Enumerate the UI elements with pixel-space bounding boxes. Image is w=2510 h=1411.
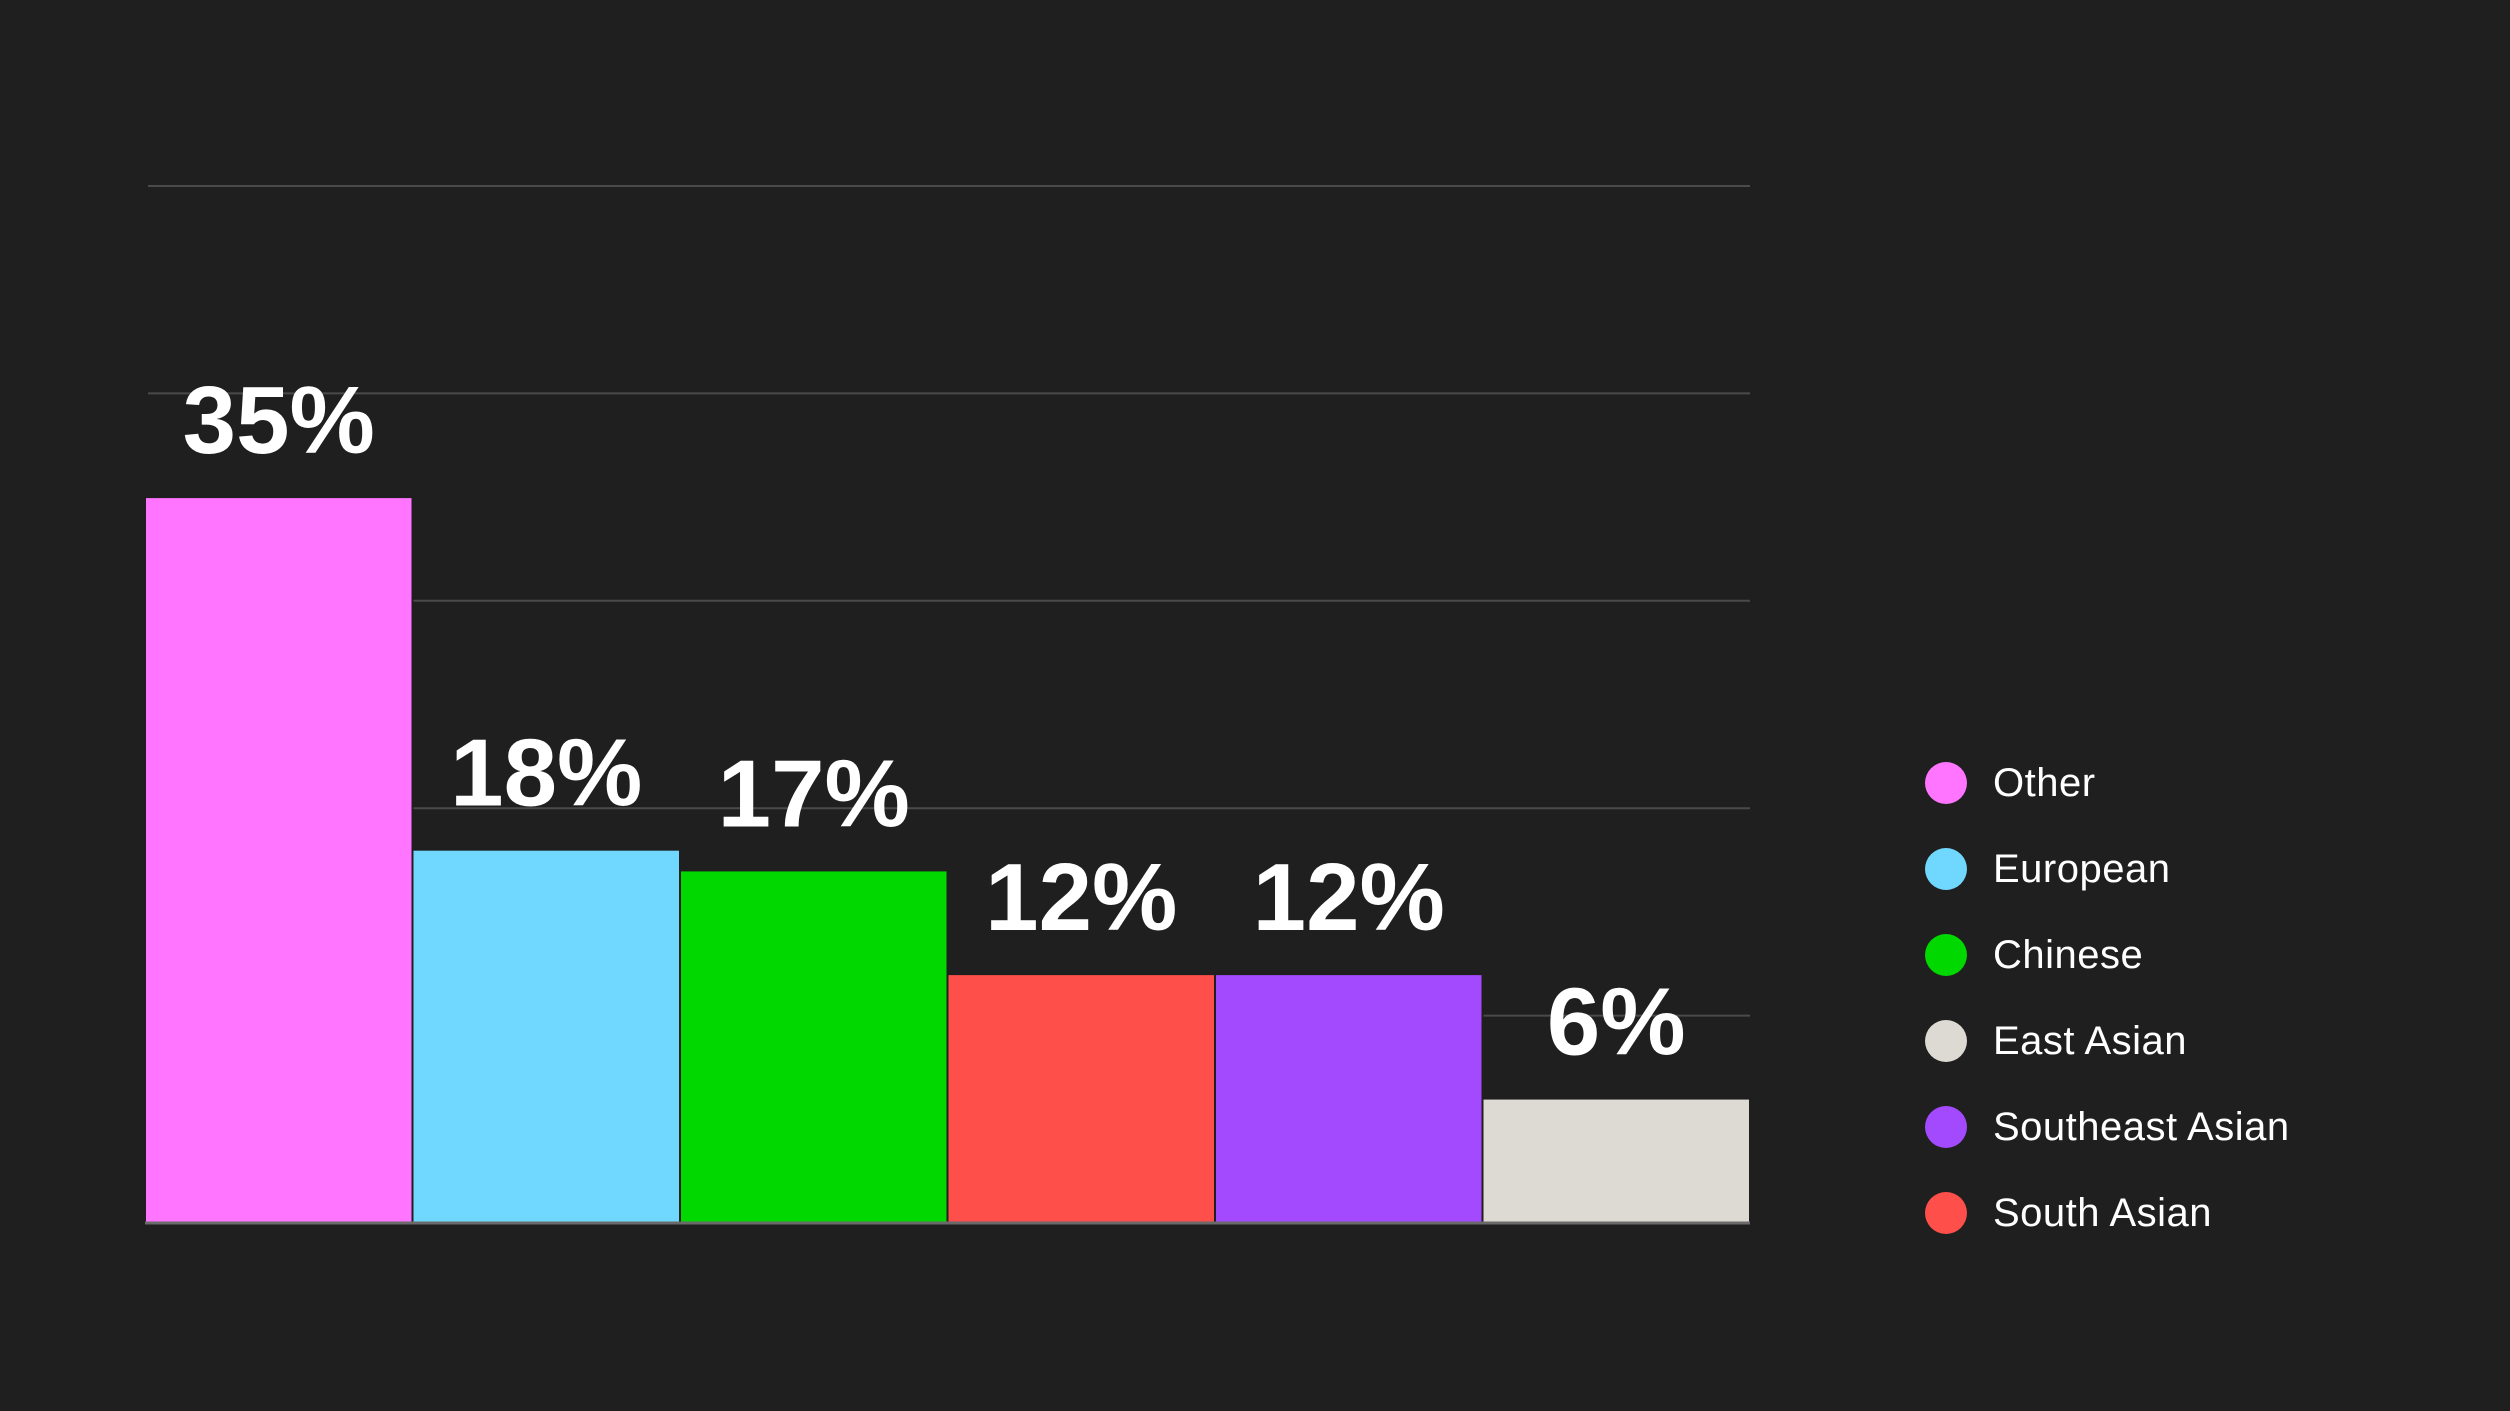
legend-item-european: European — [1925, 826, 2290, 912]
data-label-south-asian: 12% — [985, 844, 1177, 951]
data-label-other: 35% — [183, 367, 375, 474]
legend-swatch-icon — [1925, 848, 1967, 890]
legend-swatch-icon — [1925, 1192, 1967, 1234]
legend-label: East Asian — [1993, 1018, 2188, 1063]
data-label-chinese: 17% — [718, 740, 910, 847]
data-label-european: 18% — [450, 720, 642, 827]
legend-item-east-asian: East Asian — [1925, 998, 2290, 1084]
legend: Other European Chinese East Asian Southeast … — [1925, 740, 2290, 1256]
legend-item-southeast-asian: Southeast Asian — [1925, 1084, 2290, 1170]
legend-label: Other — [1993, 760, 2096, 805]
bar-east-asian — [1481, 1097, 1751, 1225]
legend-label: Chinese — [1993, 932, 2144, 977]
data-label-east-asian: 6% — [1547, 969, 1686, 1076]
data-label-southeast-asian: 12% — [1253, 844, 1445, 951]
legend-item-other: Other — [1925, 740, 2290, 826]
bar-southeast-asian — [1214, 973, 1484, 1224]
legend-label: Southeast Asian — [1993, 1104, 2290, 1149]
legend-swatch-icon — [1925, 762, 1967, 804]
legend-item-south-asian: South Asian — [1925, 1170, 2290, 1256]
bars — [144, 496, 1751, 1225]
legend-swatch-icon — [1925, 1020, 1967, 1062]
bar-other — [144, 496, 414, 1225]
bar-south-asian — [946, 973, 1216, 1224]
legend-swatch-icon — [1925, 1106, 1967, 1148]
bar-european — [411, 848, 681, 1224]
legend-label: European — [1993, 846, 2171, 891]
legend-swatch-icon — [1925, 934, 1967, 976]
legend-label: South Asian — [1993, 1190, 2212, 1235]
bar-chinese — [679, 869, 949, 1224]
legend-item-chinese: Chinese — [1925, 912, 2290, 998]
